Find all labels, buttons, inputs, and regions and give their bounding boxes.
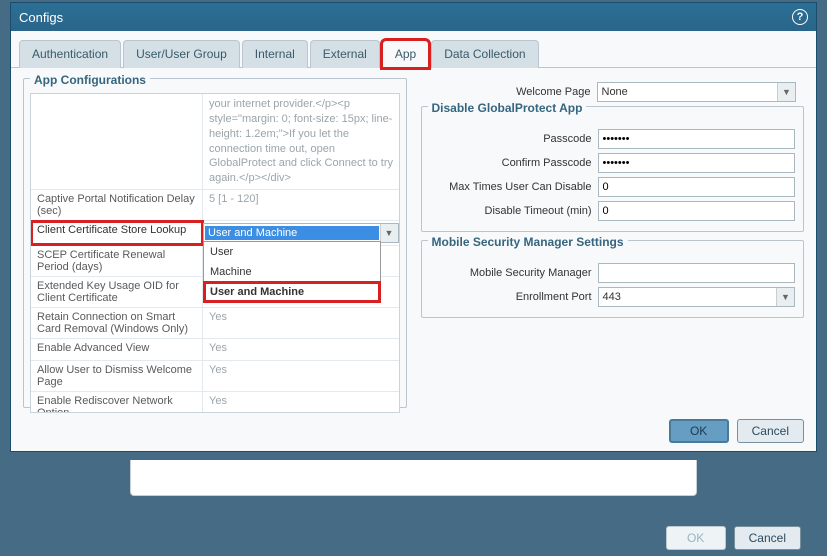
passcode-label: Passcode — [430, 133, 592, 145]
outer-ok-button: OK — [666, 526, 726, 550]
dropdown-option-machine[interactable]: Machine — [204, 262, 380, 282]
confirm-passcode-input[interactable] — [598, 153, 796, 173]
row-label — [31, 94, 203, 189]
cert-lookup-menu: User Machine User and Machine — [203, 241, 381, 303]
modal-footer: OK Cancel — [669, 419, 804, 443]
cert-lookup-label: Client Certificate Store Lookup — [31, 221, 203, 245]
ext-key-label: Extended Key Usage OID for Client Certif… — [31, 277, 203, 307]
enrollment-port-label: Enrollment Port — [430, 291, 592, 303]
outer-footer: OK Cancel — [666, 526, 801, 550]
tab-user-group[interactable]: User/User Group — [123, 40, 240, 68]
tab-app[interactable]: App — [382, 40, 429, 68]
table-row: Enable Advanced View Yes — [31, 339, 399, 361]
left-panel: App Configurations your internet provide… — [23, 78, 407, 408]
enable-adv-value: Yes — [203, 339, 399, 360]
welcome-page-label: Welcome Page — [429, 86, 591, 98]
app-config-legend: App Configurations — [30, 73, 150, 87]
tab-internal[interactable]: Internal — [242, 40, 308, 68]
configs-modal: Configs ? Authentication User/User Group… — [10, 2, 817, 452]
cancel-button[interactable]: Cancel — [737, 419, 804, 443]
msm-label: Mobile Security Manager — [430, 267, 592, 279]
msm-fieldset: Mobile Security Manager Settings Mobile … — [421, 240, 805, 318]
dismiss-welcome-label: Allow User to Dismiss Welcome Page — [31, 361, 203, 391]
outer-cancel-button[interactable]: Cancel — [734, 526, 801, 550]
enrollment-port-value: 443 — [599, 288, 777, 306]
enrollment-port-dropdown[interactable]: 443 ▼ — [598, 287, 796, 307]
modal-title: Configs — [19, 10, 792, 25]
chevron-down-icon[interactable]: ▼ — [777, 83, 795, 101]
table-row: Captive Portal Notification Delay (sec) … — [31, 190, 399, 221]
table-row: your internet provider.</p><p style="mar… — [31, 94, 399, 190]
ok-button[interactable]: OK — [669, 419, 729, 443]
right-panel: Welcome Page None ▼ Disable GlobalProtec… — [421, 78, 805, 408]
row-value-html: your internet provider.</p><p style="mar… — [203, 94, 399, 189]
retain-sc-label: Retain Connection on Smart Card Removal … — [31, 308, 203, 338]
disable-timeout-input[interactable] — [598, 201, 796, 221]
msm-legend: Mobile Security Manager Settings — [428, 235, 628, 249]
tab-external[interactable]: External — [310, 40, 380, 68]
table-row-cert-lookup: Client Certificate Store Lookup User and… — [31, 221, 399, 246]
cert-lookup-selected: User and Machine — [205, 226, 379, 240]
config-table[interactable]: your internet provider.</p><p style="mar… — [30, 93, 400, 413]
rediscover-label: Enable Rediscover Network Option — [31, 392, 203, 413]
rediscover-value: Yes — [203, 392, 399, 413]
max-times-input[interactable] — [598, 177, 796, 197]
disable-timeout-label: Disable Timeout (min) — [430, 205, 592, 217]
modal-header: Configs ? — [11, 3, 816, 31]
dropdown-option-user-and-machine[interactable]: User and Machine — [204, 282, 380, 302]
captive-delay-label: Captive Portal Notification Delay (sec) — [31, 190, 203, 220]
dismiss-welcome-value: Yes — [203, 361, 399, 391]
modal-body: App Configurations your internet provide… — [11, 68, 816, 418]
confirm-passcode-label: Confirm Passcode — [430, 157, 592, 169]
welcome-page-dropdown[interactable]: None ▼ — [597, 82, 797, 102]
cert-lookup-dropdown[interactable]: User and Machine ▼ — [203, 223, 399, 243]
retain-sc-value: Yes — [203, 308, 399, 338]
disable-gp-fieldset: Disable GlobalProtect App Passcode Confi… — [421, 106, 805, 232]
captive-delay-value: 5 [1 - 120] — [203, 190, 399, 220]
tab-authentication[interactable]: Authentication — [19, 40, 121, 68]
passcode-input[interactable] — [598, 129, 796, 149]
outer-panel-strip — [130, 460, 697, 496]
table-row: Retain Connection on Smart Card Removal … — [31, 308, 399, 339]
msm-input[interactable] — [598, 263, 796, 283]
tab-data-collection[interactable]: Data Collection — [431, 40, 538, 68]
disable-gp-legend: Disable GlobalProtect App — [428, 101, 587, 115]
chevron-down-icon[interactable]: ▼ — [380, 224, 398, 242]
max-times-label: Max Times User Can Disable — [430, 181, 592, 193]
tabs: Authentication User/User Group Internal … — [11, 31, 816, 68]
app-configurations-fieldset: App Configurations your internet provide… — [23, 78, 407, 408]
welcome-page-row: Welcome Page None ▼ — [429, 82, 797, 102]
table-row: Allow User to Dismiss Welcome Page Yes — [31, 361, 399, 392]
help-icon[interactable]: ? — [792, 9, 808, 25]
welcome-page-value: None — [598, 83, 778, 101]
dropdown-option-user[interactable]: User — [204, 242, 380, 262]
scep-renewal-label: SCEP Certificate Renewal Period (days) — [31, 246, 203, 276]
table-row: Enable Rediscover Network Option Yes — [31, 392, 399, 413]
cert-lookup-cell: User and Machine ▼ User Machine User and… — [203, 221, 399, 245]
chevron-down-icon[interactable]: ▼ — [776, 288, 794, 306]
enable-adv-label: Enable Advanced View — [31, 339, 203, 360]
